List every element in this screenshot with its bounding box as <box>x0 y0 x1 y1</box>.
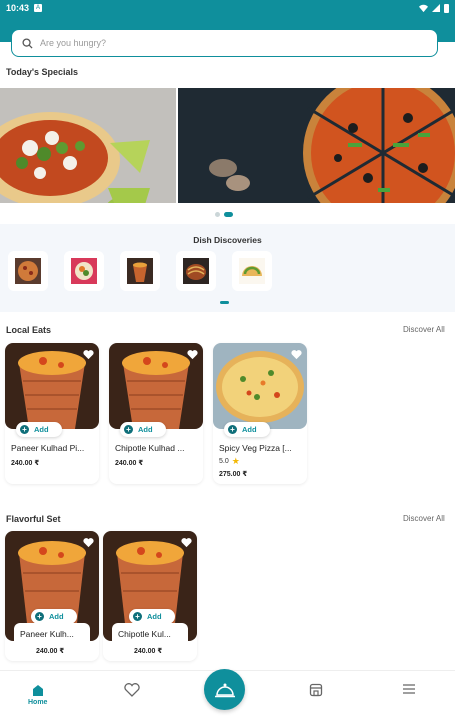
heart-icon[interactable] <box>83 349 94 360</box>
plus-icon: + <box>124 425 133 434</box>
add-button[interactable]: + Add <box>129 609 175 624</box>
card-info-panel: Chipotle Kul... 240.00 ₹ <box>112 623 188 661</box>
taco-thumb <box>239 258 265 284</box>
dish-price: 240.00 ₹ <box>134 648 163 655</box>
heart-icon[interactable] <box>187 349 198 360</box>
bowl-thumb <box>71 258 97 284</box>
discovery-kulhad[interactable] <box>120 251 160 291</box>
heart-icon[interactable] <box>291 349 302 360</box>
nav-favorites[interactable] <box>124 683 140 697</box>
cloche-icon <box>214 683 235 697</box>
local-eats-card[interactable]: + Add Paneer Kulhad Pi... 240.00 ₹ <box>5 343 99 484</box>
discovery-bowl[interactable] <box>64 251 104 291</box>
discoveries-scroll-indicator <box>220 301 229 304</box>
dish-price: 240.00 ₹ <box>36 648 65 655</box>
card-info-panel: Paneer Kulh... 240.00 ₹ <box>14 623 90 661</box>
specials-title: Today's Specials <box>6 67 79 77</box>
home-icon <box>32 685 43 696</box>
carousel-dots <box>215 212 233 217</box>
dish-name: Spicy Veg Pizza [... <box>219 443 292 453</box>
dish-rating: 5.0 ★ <box>219 456 240 467</box>
heart-icon[interactable] <box>181 537 192 548</box>
signal-icon <box>432 4 440 12</box>
local-eats-title: Local Eats <box>6 325 52 335</box>
rating-value: 5.0 <box>219 458 229 465</box>
menu-icon <box>403 684 415 694</box>
carousel-dot[interactable] <box>215 212 220 217</box>
dish-name: Chipotle Kulhad ... <box>115 443 185 453</box>
add-button[interactable]: + Add <box>31 609 77 624</box>
notification-badge: A <box>34 4 43 12</box>
dish-name: Paneer Kulh... <box>20 629 74 639</box>
flavorful-set-discover-all[interactable]: Discover All <box>403 514 445 523</box>
add-label: Add <box>138 425 153 434</box>
battery-icon <box>444 3 449 13</box>
dish-price: 240.00 ₹ <box>115 460 144 467</box>
plus-icon: + <box>20 425 29 434</box>
dish-name: Chipotle Kul... <box>118 629 171 639</box>
status-time: 10:43 <box>6 3 30 13</box>
flavorful-set-card[interactable]: + Add Chipotle Kul... 240.00 ₹ <box>103 531 197 661</box>
add-label: Add <box>242 425 257 434</box>
nav-home-label: Home <box>28 699 48 706</box>
heart-icon[interactable] <box>83 537 94 548</box>
plus-icon: + <box>228 425 237 434</box>
local-eats-card[interactable]: + Add Chipotle Kulhad ... 240.00 ₹ <box>109 343 203 484</box>
tacos-image <box>0 88 176 203</box>
nav-home[interactable]: Home <box>28 683 47 706</box>
discovery-pizza[interactable] <box>8 251 48 291</box>
pizza-image <box>178 88 455 203</box>
wifi-icon <box>419 4 428 12</box>
flavorful-set-card[interactable]: + Add Paneer Kulh... 240.00 ₹ <box>5 531 99 661</box>
order-fab-button[interactable] <box>204 669 245 710</box>
add-label: Add <box>34 425 49 434</box>
dish-discoveries-title: Dish Discoveries <box>193 235 262 245</box>
store-icon <box>309 683 323 697</box>
search-input[interactable] <box>40 38 400 48</box>
dish-price: 240.00 ₹ <box>11 460 40 467</box>
plus-icon: + <box>133 612 142 621</box>
dish-name: Paneer Kulhad Pi... <box>11 443 85 453</box>
nav-store[interactable] <box>309 683 323 697</box>
heart-icon <box>124 683 140 697</box>
dish-price: 275.00 ₹ <box>219 471 248 478</box>
plus-icon: + <box>35 612 44 621</box>
banner-tacos[interactable] <box>0 88 176 203</box>
add-button[interactable]: + Add <box>120 422 166 437</box>
star-icon: ★ <box>231 456 240 466</box>
banner-pizza[interactable] <box>178 88 455 203</box>
local-eats-discover-all[interactable]: Discover All <box>403 325 445 334</box>
flavorful-set-title: Flavorful Set <box>6 514 61 524</box>
nav-menu[interactable] <box>402 683 416 695</box>
noodles-thumb <box>183 258 209 284</box>
add-label: Add <box>147 612 162 621</box>
kulhad-thumb <box>127 258 153 284</box>
discovery-taco[interactable] <box>232 251 272 291</box>
status-bar: 10:43 A <box>0 0 455 16</box>
discovery-noodles[interactable] <box>176 251 216 291</box>
add-button[interactable]: + Add <box>224 422 270 437</box>
local-eats-card[interactable]: + Add Spicy Veg Pizza [... 5.0 ★ 275.00 ₹ <box>213 343 307 484</box>
search-bar[interactable] <box>11 29 438 57</box>
add-button[interactable]: + Add <box>16 422 62 437</box>
carousel-dot-active[interactable] <box>224 212 233 217</box>
add-label: Add <box>49 612 64 621</box>
search-icon <box>22 37 33 49</box>
pizza-thumb <box>15 258 41 284</box>
